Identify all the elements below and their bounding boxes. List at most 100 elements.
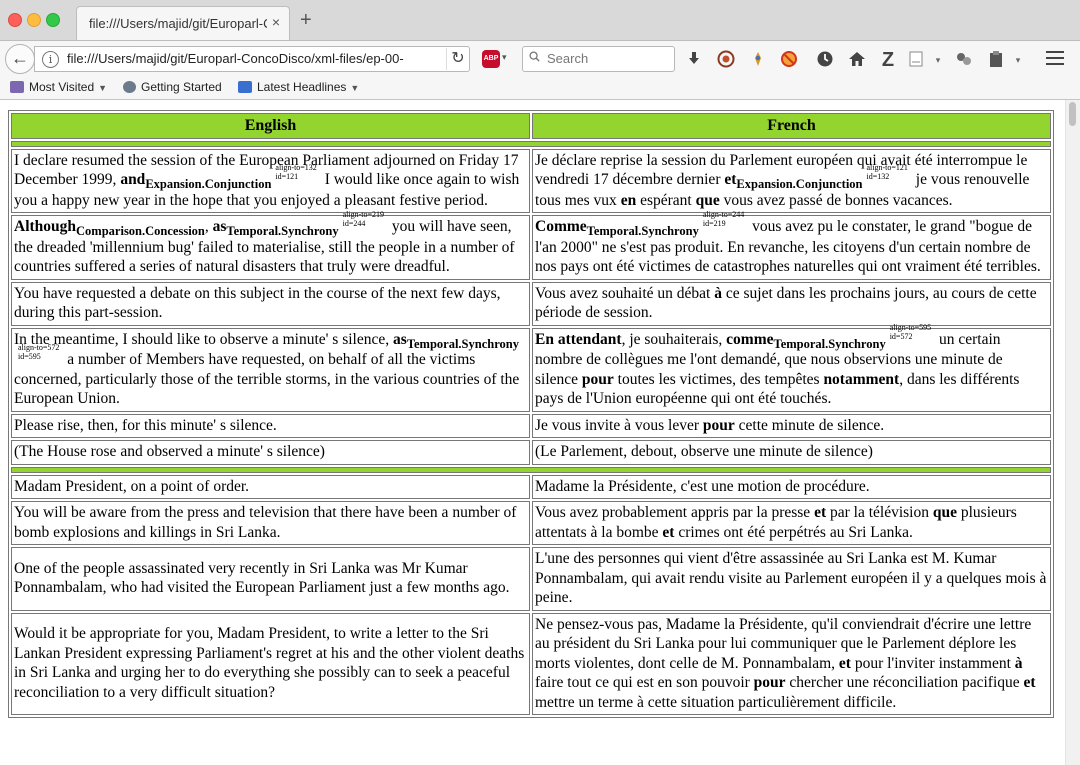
french-cell: L'une des personnes qui vient d'être ass… [532, 547, 1051, 611]
extension-icon[interactable] [748, 50, 768, 70]
zotero-icon[interactable]: Z [878, 50, 898, 70]
search-input[interactable]: Search [522, 46, 675, 72]
page-scrollbar[interactable] [1065, 100, 1080, 765]
bookmark-most-visited[interactable]: Most Visited ▼ [10, 80, 107, 94]
window-zoom-button[interactable] [46, 13, 60, 27]
sentence-text: You have requested a debate on this subj… [14, 284, 501, 322]
table-row: You have requested a debate on this subj… [11, 281, 1051, 326]
sentence-text: crimes ont été perpétrés au Sri Lanka. [674, 523, 913, 541]
home-icon[interactable] [847, 50, 867, 70]
adblock-dropdown-icon[interactable]: ▾ [502, 52, 507, 63]
url-text[interactable]: file:///Users/majid/git/Europarl-ConcoDi… [67, 51, 437, 66]
french-cell: Je vous invite à vous lever pour cette m… [532, 413, 1051, 438]
extension-icon[interactable] [954, 50, 974, 70]
sentence-text: faire tout ce qui est en son pouvoir [535, 674, 754, 691]
section-separator [11, 140, 1051, 147]
bookmark-latest-headlines[interactable]: Latest Headlines ▼ [238, 80, 359, 94]
align-to-label: align-to=132 [275, 163, 317, 172]
clipboard-dropdown-icon[interactable]: ▾ [1008, 50, 1028, 70]
reader-icon[interactable] [906, 50, 926, 70]
align-to-label: align-to=595 [889, 322, 932, 332]
window-minimize-button[interactable] [27, 13, 41, 27]
discourse-marker: Comme [535, 218, 587, 235]
sentence-text: Vous avez probablement appris par la pre… [535, 504, 815, 521]
tab-active[interactable]: file:///Users/majid/git/Europarl-Co × [76, 6, 290, 40]
alignment-meta: align-to=572 id=595 [18, 343, 59, 361]
highlighted-connective: à [714, 284, 722, 302]
sentence-text: L'une des personnes qui vient d'être ass… [535, 550, 1047, 606]
reader-dropdown-icon[interactable]: ▾ [928, 50, 948, 70]
window-close-button[interactable] [8, 13, 22, 27]
english-cell: AlthoughComparison.Concession, asTempora… [11, 210, 530, 280]
id-label: id=121 [275, 172, 299, 181]
english-cell: Please rise, then, for this minute' s si… [11, 413, 530, 438]
sentence-text: (Le Parlement, debout, observe une minut… [535, 443, 873, 460]
folder-icon [10, 81, 24, 93]
id-label: id=132 [866, 172, 890, 181]
table-header-row: English French [11, 113, 1051, 139]
sentence-text: In the meantime, I should like to observ… [14, 330, 394, 348]
discourse-marker: Although [14, 218, 77, 235]
blocked-icon[interactable] [779, 50, 799, 70]
highlighted-connective: pour [581, 370, 614, 388]
globe-icon [123, 81, 136, 93]
sentence-text: chercher une réconciliation pacifique [785, 674, 1024, 691]
french-cell: En attendant, je souhaiterais, commeTemp… [532, 323, 1051, 412]
table-row: I declare resumed the session of the Eur… [11, 148, 1051, 213]
clipboard-icon[interactable] [986, 50, 1006, 70]
table-row: In the meantime, I should like to observ… [11, 323, 1051, 412]
french-cell: (Le Parlement, debout, observe une minut… [532, 440, 1051, 465]
highlighted-connective: que [695, 191, 720, 209]
page-content: English French I declare resumed the ses… [8, 110, 1054, 718]
table-row: One of the people assassinated very rece… [11, 547, 1051, 611]
sentence-text: pour l'inviter instamment [850, 654, 1015, 672]
history-icon[interactable] [815, 50, 835, 70]
bookmarks-toolbar: Most Visited ▼ Getting Started Latest Hea… [0, 77, 1080, 100]
sentence-text: , je souhaiterais, [621, 330, 727, 348]
hamburger-menu-icon[interactable] [1046, 51, 1064, 67]
highlighted-connective: et [814, 504, 827, 521]
sentence-text: Je vous invite à vous lever [535, 416, 703, 434]
download-icon[interactable] [684, 50, 704, 70]
adblock-icon[interactable]: ABP [482, 50, 500, 68]
align-to-label: align-to=572 [18, 343, 60, 352]
chevron-down-icon: ▼ [350, 83, 360, 93]
sentence-text: Would it be appropriate for you, Madam P… [14, 625, 525, 701]
french-cell: Ne pensez-vous pas, Madame la Présidente… [532, 612, 1051, 715]
scrollbar-thumb[interactable] [1069, 102, 1076, 126]
info-icon[interactable]: i [42, 51, 59, 68]
extension-icon[interactable] [716, 50, 736, 70]
discourse-marker: comme [726, 330, 774, 348]
discourse-marker: et [724, 171, 737, 188]
highlighted-connective: En attendant [535, 330, 622, 348]
english-cell: Would it be appropriate for you, Madam P… [11, 612, 530, 715]
window-titlebar: file:///Users/majid/git/Europarl-Co × + [0, 0, 1080, 41]
sentence-text: cette minute de silence. [734, 416, 885, 434]
align-to-label: align-to=244 [702, 210, 745, 219]
reload-icon[interactable]: ↻ [446, 48, 469, 70]
english-cell: (The House rose and observed a minute' s… [11, 440, 530, 465]
back-button[interactable]: ← [5, 44, 35, 74]
table-row: Would it be appropriate for you, Madam P… [11, 612, 1051, 715]
bookmark-getting-started[interactable]: Getting Started [123, 80, 222, 94]
alignment-meta: align-to=132 id=121 [275, 163, 316, 181]
discourse-relation: Temporal.Synchrony [406, 336, 519, 351]
sentence-text: One of the people assassinated very rece… [14, 559, 510, 597]
table-row: Madam President, on a point of order. Mad… [11, 474, 1051, 499]
discourse-relation: Comparison.Concession [76, 224, 205, 238]
table-row: Please rise, then, for this minute' s si… [11, 413, 1051, 438]
sentence-text: (The House rose and observed a minute' s… [14, 443, 325, 460]
alignment-meta: align-to=219 id=244 [343, 210, 384, 228]
table-row: You will be aware from the press and tel… [11, 501, 1051, 545]
url-bar[interactable]: i file:///Users/majid/git/Europarl-Conco… [34, 46, 470, 72]
french-cell: Je déclare reprise la session du Parleme… [532, 148, 1051, 213]
sentence-text: You will be aware from the press and tel… [14, 504, 517, 541]
alignment-table: English French I declare resumed the ses… [8, 110, 1054, 718]
tab-close-icon[interactable]: × [272, 14, 280, 30]
sentence-text: par la télévision [826, 504, 933, 521]
search-placeholder: Search [547, 51, 589, 66]
new-tab-button[interactable]: + [300, 10, 312, 30]
sentence-text: , [204, 218, 213, 235]
sentence-text: a number of Members have requested, on b… [14, 351, 520, 407]
chevron-down-icon: ▼ [98, 83, 108, 93]
